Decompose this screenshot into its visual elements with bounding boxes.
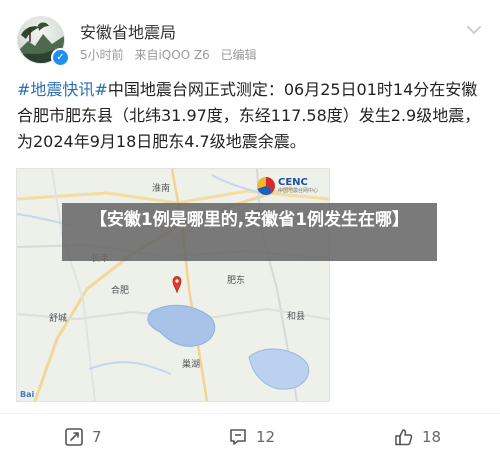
- repost-count: 7: [92, 428, 102, 446]
- svg-text:合肥: 合肥: [111, 284, 129, 295]
- cenc-logo-subtitle: 中国地震台网中心: [278, 188, 319, 194]
- comment-icon: [230, 429, 246, 445]
- svg-text:巢湖: 巢湖: [182, 358, 200, 369]
- author-name[interactable]: 安徽省地震局: [80, 19, 176, 43]
- chevron-down-icon[interactable]: [464, 20, 484, 40]
- svg-text:肥东: 肥东: [227, 274, 245, 285]
- overlay-title-banner: 【安徽1例是哪里的,安徽省1例发生在哪】: [62, 203, 437, 261]
- repost-icon: [65, 428, 83, 446]
- cenc-logo-text: CENC: [278, 177, 308, 188]
- post-time: 5小时前: [80, 48, 124, 62]
- post-meta: 5小时前 来自iQOO Z6 已编辑: [80, 46, 264, 63]
- svg-text:舒城: 舒城: [49, 312, 67, 323]
- verified-badge-icon: ✓: [51, 48, 70, 67]
- comment-button[interactable]: 12: [228, 426, 275, 448]
- post-action-bar: 7 12 18: [0, 413, 500, 461]
- post-source: 来自iQOO Z6: [134, 48, 210, 62]
- svg-text:和县: 和县: [287, 311, 305, 321]
- svg-text:淮南: 淮南: [152, 182, 170, 193]
- like-button[interactable]: 18: [394, 426, 441, 448]
- comment-count: 12: [256, 428, 276, 446]
- hashtag-link[interactable]: #地震快讯#: [17, 80, 108, 99]
- thumbs-up-icon: [395, 429, 413, 446]
- map-attribution: Bai: [20, 390, 35, 399]
- repost-button[interactable]: 7: [64, 426, 102, 448]
- post-body: #地震快讯#中国地震台网正式测定：06月25日01时14分在安徽合肥市肥东县（北…: [17, 77, 487, 155]
- post-header: ✓ 安徽省地震局 5小时前 来自iQOO Z6 已编辑: [0, 0, 500, 70]
- cenc-logo: CENC 中国地震台网中心: [257, 177, 319, 195]
- edited-indicator[interactable]: 已编辑: [221, 48, 257, 62]
- like-count: 18: [422, 428, 442, 446]
- cenc-logo-icon: [257, 177, 275, 195]
